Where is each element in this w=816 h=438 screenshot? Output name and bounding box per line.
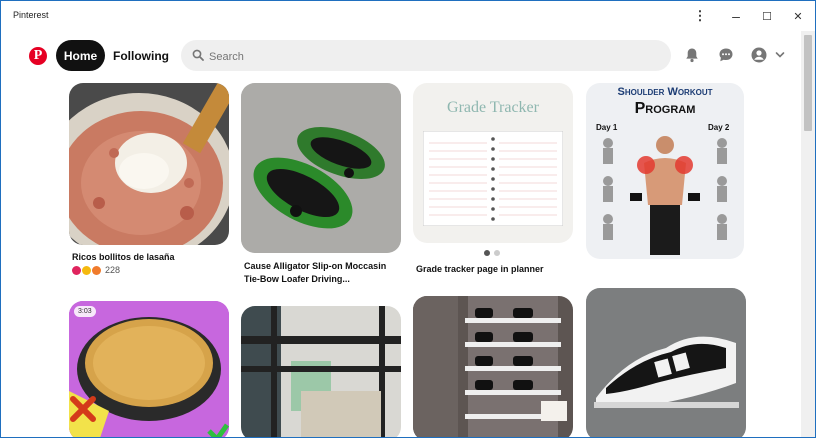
minimize-button[interactable]: – xyxy=(721,4,751,28)
pin-shoulder-workout-image[interactable]: Shoulder Workout Program Day 1 Day 2 xyxy=(586,83,744,259)
carousel-dots[interactable] xyxy=(484,250,500,256)
workout-heading-line2: Program xyxy=(634,100,696,117)
search-input[interactable] xyxy=(207,40,661,73)
scrollbar[interactable] xyxy=(801,31,815,437)
pin-shoe-rack-image[interactable] xyxy=(413,296,573,437)
loft-bed-photo xyxy=(241,306,401,437)
workout-heading-line1: Shoulder Workout xyxy=(617,86,713,98)
top-navigation: P Home Following xyxy=(1,31,815,79)
sneaker-photo xyxy=(586,288,746,437)
wow-reaction-icon xyxy=(92,265,101,275)
pinterest-window: Pinterest ⋮ – ☐ ✕ P Home Following Searc… xyxy=(0,0,816,438)
pin-grade-tracker-image[interactable]: Grade Tracker xyxy=(413,83,573,243)
pin-lasagna-title[interactable]: Ricos bollitos de lasaña xyxy=(72,251,175,264)
loafers-photo xyxy=(241,83,401,253)
pin-grade-tracker-title[interactable]: Grade tracker page in planner xyxy=(416,263,544,276)
search-icon xyxy=(192,49,204,61)
pinterest-logo[interactable]: P xyxy=(29,47,47,65)
pin-loafers-title[interactable]: Cause Alligator Slip-on Moccasin Tie-Bow… xyxy=(244,260,386,286)
reaction-count: 228 xyxy=(105,265,121,275)
carousel-dot-active[interactable] xyxy=(484,250,490,256)
carousel-dot[interactable] xyxy=(494,250,500,256)
workout-illustration xyxy=(603,136,727,255)
scrollbar-thumb[interactable] xyxy=(804,35,812,131)
workout-day1: Day 1 xyxy=(596,123,618,132)
chevron-down-icon[interactable] xyxy=(775,50,785,60)
heart-reaction-icon xyxy=(72,265,81,275)
planner-illustration xyxy=(423,131,563,226)
avatar-icon[interactable] xyxy=(751,47,767,63)
shoe-rack-photo xyxy=(413,296,573,437)
maximize-button[interactable]: ☐ xyxy=(752,4,782,28)
home-tab[interactable]: Home xyxy=(56,40,105,71)
chat-icon[interactable] xyxy=(718,47,734,63)
pin-tortilla-video[interactable]: 3:03 xyxy=(69,301,229,437)
tortilla-photo xyxy=(69,301,229,437)
title-bar: Pinterest ⋮ – ☐ ✕ xyxy=(1,1,815,31)
window-title: Pinterest xyxy=(13,10,49,20)
more-options-button[interactable]: ⋮ xyxy=(685,4,715,28)
heart-eyes-reaction-icon xyxy=(82,265,91,275)
pin-lasagna-reactions: 228 xyxy=(72,265,120,275)
grade-tracker-heading: Grade Tracker xyxy=(447,99,539,116)
pin-loft-bed-image[interactable] xyxy=(241,306,401,437)
pin-loafers-image[interactable] xyxy=(241,83,401,253)
workout-day2: Day 2 xyxy=(708,123,730,132)
following-tab[interactable]: Following xyxy=(113,40,169,71)
search-bar[interactable] xyxy=(181,40,671,73)
video-duration: 3:03 xyxy=(74,306,96,317)
pin-lasagna-image[interactable] xyxy=(69,83,229,245)
pin-sneaker-image[interactable] xyxy=(586,288,746,437)
close-button[interactable]: ✕ xyxy=(783,4,813,28)
lasagna-photo xyxy=(69,83,229,245)
bell-icon[interactable] xyxy=(684,47,700,63)
